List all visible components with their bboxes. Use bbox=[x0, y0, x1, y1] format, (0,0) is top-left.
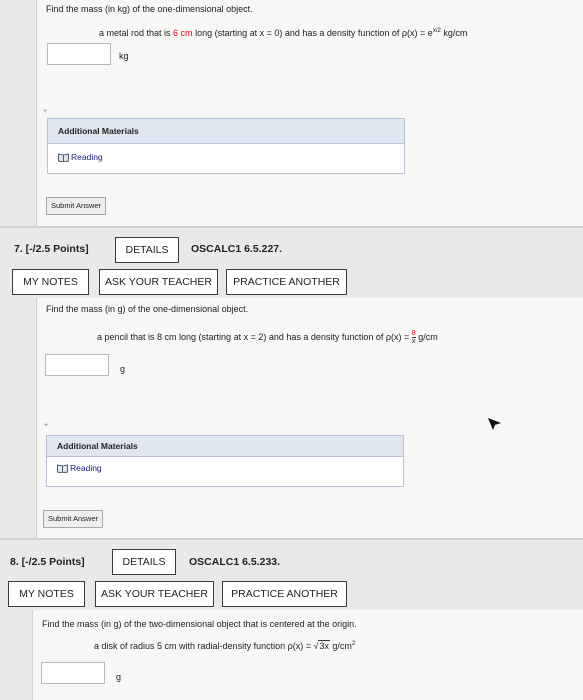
q8-unit: g bbox=[116, 672, 122, 682]
mouse-cursor-icon bbox=[488, 418, 501, 430]
question-divider bbox=[0, 226, 583, 228]
q6-unit: kg bbox=[119, 51, 129, 61]
q8-practice-another-button[interactable]: PRACTICE ANOTHER bbox=[222, 581, 347, 607]
q7-details-button[interactable]: DETAILS bbox=[115, 237, 179, 263]
q8-density-unit: g/cm bbox=[329, 641, 352, 651]
q7-number: 7. [-/2.5 Points] bbox=[14, 243, 89, 255]
q7-object-text: a pencil that is 8 cm long (starting at … bbox=[97, 331, 412, 342]
q7-submit-button[interactable]: Submit Answer bbox=[43, 510, 104, 528]
q7-reading-link[interactable]: Reading bbox=[57, 463, 102, 473]
q7-prompt: Find the mass (in g) of the one-dimensio… bbox=[46, 304, 249, 314]
q8-sqrt-arg: 3x bbox=[318, 640, 330, 651]
q8-answer-input[interactable] bbox=[41, 662, 105, 684]
q8-unit-exponent: 2 bbox=[351, 641, 356, 647]
q6-additional-materials: Additional Materials Reading bbox=[47, 118, 405, 174]
q6-answer-input[interactable] bbox=[47, 43, 111, 65]
q7-object-description: a pencil that is 8 cm long (starting at … bbox=[97, 330, 438, 345]
q6-prompt: Find the mass (in kg) of the one-dimensi… bbox=[46, 4, 253, 14]
q7-additional-materials: Additional Materials Reading bbox=[46, 435, 404, 487]
q6-reading-label: Reading bbox=[71, 152, 103, 162]
q8-my-notes-button[interactable]: MY NOTES bbox=[8, 581, 85, 607]
book-icon bbox=[58, 153, 69, 162]
q8-object-description: a disk of radius 5 cm with radial-densit… bbox=[94, 640, 356, 651]
q6-object-prefix: a metal rod that is bbox=[99, 28, 174, 38]
q7-practice-another-button[interactable]: PRACTICE ANOTHER bbox=[226, 269, 347, 295]
q6-submit-button[interactable]: Submit Answer bbox=[46, 197, 107, 215]
q8-object-text: a disk of radius 5 cm with radial-densit… bbox=[94, 641, 319, 651]
question-6-panel: Find the mass (in kg) of the one-dimensi… bbox=[36, 0, 583, 226]
q6-expand-icon[interactable]: + bbox=[43, 108, 47, 115]
q8-course-code: OSCALC1 6.5.233. bbox=[189, 556, 281, 568]
q6-length: 6 cm bbox=[173, 28, 193, 38]
q6-reading-link[interactable]: Reading bbox=[58, 152, 103, 162]
q7-answer-input[interactable] bbox=[45, 354, 109, 376]
q6-density-unit: kg/cm bbox=[440, 28, 468, 38]
q6-object-suffix: long (starting at x = 0) and has a densi… bbox=[192, 28, 433, 38]
q7-expand-icon[interactable]: + bbox=[44, 422, 48, 429]
q7-unit: g bbox=[120, 364, 126, 374]
q7-course-code: OSCALC1 6.5.227. bbox=[191, 243, 283, 255]
q7-density-unit: g/cm bbox=[415, 331, 438, 342]
question-8-panel: Find the mass (in g) of the two-dimensio… bbox=[32, 610, 583, 700]
question-divider bbox=[0, 538, 583, 540]
q7-additional-materials-header: Additional Materials bbox=[47, 436, 403, 457]
q7-ask-teacher-button[interactable]: ASK YOUR TEACHER bbox=[99, 269, 218, 295]
q8-prompt: Find the mass (in g) of the two-dimensio… bbox=[42, 619, 357, 629]
book-icon bbox=[57, 464, 68, 473]
q6-exponent: x/2 bbox=[432, 28, 441, 34]
q8-ask-teacher-button[interactable]: ASK YOUR TEACHER bbox=[95, 581, 214, 607]
q7-reading-label: Reading bbox=[70, 463, 102, 473]
q6-object-description: a metal rod that is 6 cm long (starting … bbox=[99, 28, 467, 38]
q7-my-notes-button[interactable]: MY NOTES bbox=[12, 269, 89, 295]
q8-details-button[interactable]: DETAILS bbox=[112, 549, 176, 575]
q6-additional-materials-header: Additional Materials bbox=[48, 119, 404, 144]
q8-number: 8. [-/2.5 Points] bbox=[10, 556, 85, 568]
